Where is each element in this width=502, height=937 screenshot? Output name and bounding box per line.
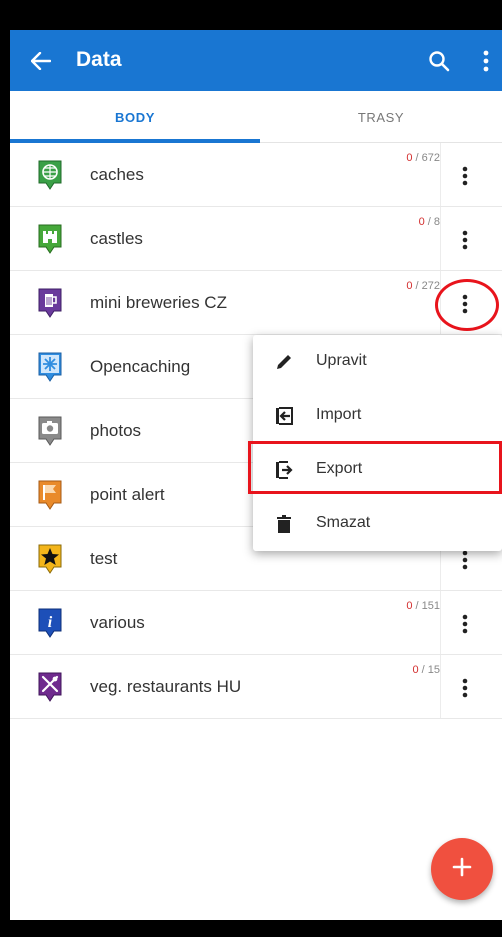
point-count: 0 / 672: [406, 152, 440, 164]
tab-trasy[interactable]: TRASY: [260, 91, 502, 143]
more-vert-icon[interactable]: [450, 161, 480, 191]
castle-icon: [36, 223, 64, 255]
list-item-caches[interactable]: caches 0 / 672: [10, 143, 502, 207]
menu-item-smazat[interactable]: Smazat: [253, 497, 502, 551]
more-vert-icon[interactable]: [450, 225, 480, 255]
app-screen: Data BODY TRASY caches 0 / 672 castles 0…: [10, 30, 502, 920]
star-burst-icon: [36, 351, 64, 383]
list-item-label: mini breweries CZ: [90, 293, 227, 312]
list-item-castles[interactable]: castles 0 / 8: [10, 207, 502, 271]
globe-icon: [36, 159, 64, 191]
list-item-various[interactable]: i various 0 / 151: [10, 591, 502, 655]
camera-icon: [36, 415, 64, 447]
export-highlight-box: [248, 441, 502, 494]
divider: [440, 207, 441, 270]
svg-text:i: i: [48, 614, 53, 631]
info-icon: i: [36, 607, 64, 639]
highlight-circle: [435, 279, 499, 331]
star-icon: [36, 543, 64, 575]
search-icon[interactable]: [425, 47, 453, 75]
status-bar: [0, 0, 502, 30]
list-item-label: veg. restaurants HU: [90, 677, 242, 696]
page-title: Data: [76, 48, 122, 71]
beer-icon: [36, 287, 64, 319]
list-item-label: test: [90, 549, 118, 568]
list-item-label: point alert: [90, 485, 165, 504]
more-vert-icon[interactable]: [450, 673, 480, 703]
system-nav-bar: [0, 920, 502, 937]
list-item-label: Opencaching: [90, 357, 191, 376]
plus-icon: [452, 857, 472, 882]
flag-icon: [36, 479, 64, 511]
list-item-mini-breweries[interactable]: mini breweries CZ 0 / 272: [10, 271, 502, 335]
list-item-label: various: [90, 613, 145, 632]
divider: [440, 591, 441, 654]
more-vert-icon[interactable]: [450, 609, 480, 639]
list-item-label: photos: [90, 421, 142, 440]
cutlery-icon: [36, 671, 64, 703]
pencil-icon: [273, 351, 295, 373]
tab-bar: BODY TRASY: [10, 91, 502, 143]
menu-item-label: Upravit: [316, 352, 367, 369]
menu-item-label: Smazat: [316, 514, 371, 531]
trash-icon: [273, 513, 295, 535]
menu-item-import[interactable]: Import: [253, 389, 502, 443]
point-count: 0 / 8: [418, 216, 440, 228]
list-item-label: caches: [90, 165, 144, 184]
add-button[interactable]: [431, 838, 493, 900]
menu-item-label: Import: [316, 406, 362, 423]
menu-item-upravit[interactable]: Upravit: [253, 335, 502, 389]
list-item-label: castles: [90, 229, 143, 248]
point-count: 0 / 151: [406, 600, 440, 612]
list-item-veg-restaurants[interactable]: veg. restaurants HU 0 / 15: [10, 655, 502, 719]
tab-body[interactable]: BODY: [10, 91, 260, 143]
app-toolbar: Data: [10, 30, 502, 91]
import-icon: [273, 405, 295, 427]
point-count: 0 / 15: [412, 664, 440, 676]
divider: [440, 143, 441, 206]
more-vert-icon[interactable]: [474, 47, 498, 75]
arrow-left-icon[interactable]: [28, 48, 54, 74]
divider: [440, 655, 441, 718]
point-count: 0 / 272: [406, 280, 440, 292]
